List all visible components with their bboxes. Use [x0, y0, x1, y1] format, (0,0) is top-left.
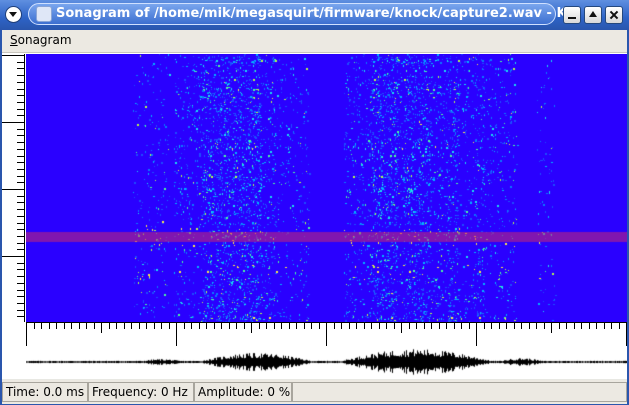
- status-bar: Time: 0.0 ms Frequency: 0 Hz Amplitude: …: [2, 380, 627, 404]
- frequency-ruler: [2, 54, 25, 322]
- status-amplitude: Amplitude: 0 %: [194, 382, 292, 402]
- status-empty: [292, 382, 627, 402]
- title-bar[interactable]: Sonagram of /home/mik/megasquirt/firmwar…: [0, 0, 629, 30]
- sonagram-view[interactable]: [26, 54, 627, 322]
- minimize-button[interactable]: [563, 6, 581, 24]
- close-button[interactable]: [605, 6, 623, 24]
- app-icon: [36, 6, 52, 22]
- menu-sonagram[interactable]: Sonagram: [10, 33, 72, 47]
- waveform-overview[interactable]: [26, 346, 627, 378]
- status-time: Time: 0.0 ms: [2, 382, 88, 402]
- time-ruler: [26, 322, 627, 347]
- window-title: Sonagram of /home/mik/megasquirt/firmwar…: [56, 6, 579, 21]
- maximize-button[interactable]: [584, 6, 602, 24]
- window-menu-icon[interactable]: [5, 6, 22, 23]
- status-frequency: Frequency: 0 Hz: [88, 382, 194, 402]
- menu-bar: Sonagram: [2, 30, 627, 53]
